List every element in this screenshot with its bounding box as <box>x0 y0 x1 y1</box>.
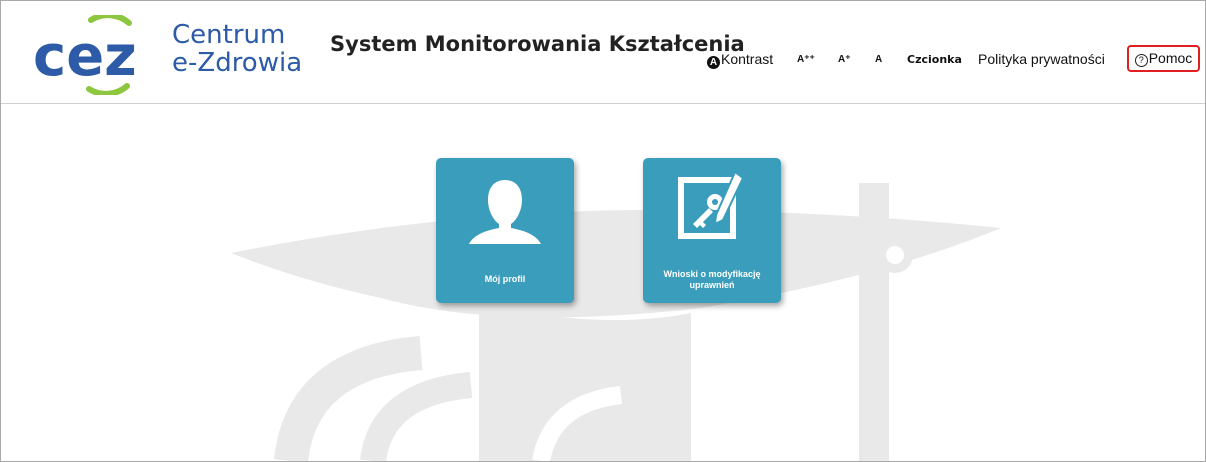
graduation-cap-watermark <box>231 183 1001 461</box>
question-circle-icon: ? <box>1134 54 1148 67</box>
tile-label: Wnioski o modyfikację uprawnień <box>663 269 761 290</box>
header-bar: cez Centrum e-Zdrowia System Monitorowan… <box>1 1 1205 104</box>
privacy-policy-link[interactable]: Polityka prywatności <box>978 51 1105 67</box>
contrast-icon: A <box>707 56 720 69</box>
tile-label: Mój profil <box>484 274 526 284</box>
contrast-button[interactable]: A Kontrast <box>707 51 773 69</box>
tile-my-profile[interactable]: Mój profil <box>436 158 574 303</box>
tile-permission-requests[interactable]: Wnioski o modyfikację uprawnień <box>643 158 781 303</box>
logo-line1: Centrum <box>172 20 286 50</box>
font-size-normal-button[interactable]: A <box>875 54 882 65</box>
font-size-medium-button[interactable]: A⁺ <box>838 54 851 65</box>
accessibility-toolbar: A Kontrast A⁺⁺ A⁺ A Czcionka Polityka pry… <box>1 45 1205 72</box>
font-label: Czcionka <box>907 53 962 66</box>
user-profile-icon <box>469 180 541 244</box>
key-pen-icon <box>678 170 745 239</box>
help-label: Pomoc <box>1148 50 1193 66</box>
app-window: cez Centrum e-Zdrowia System Monitorowan… <box>0 0 1206 462</box>
help-button[interactable]: ? Pomoc <box>1127 45 1200 72</box>
font-size-large-button[interactable]: A⁺⁺ <box>797 54 815 65</box>
contrast-label: Kontrast <box>721 51 774 67</box>
